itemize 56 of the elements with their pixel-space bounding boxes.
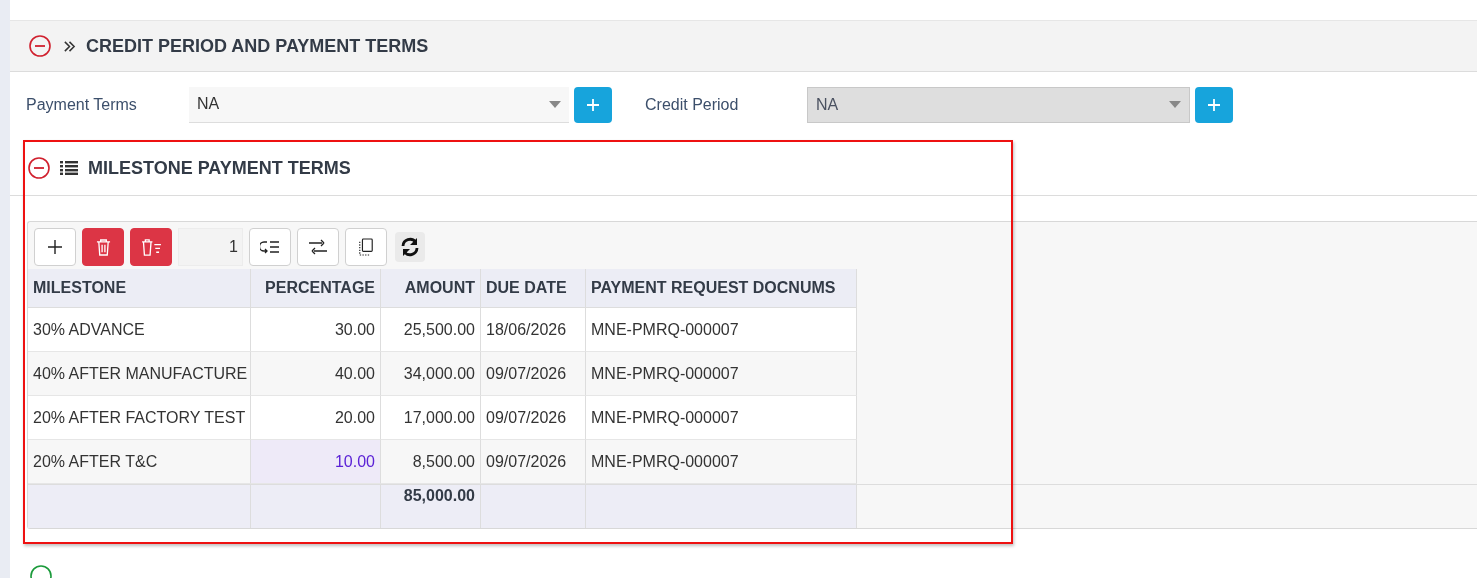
swap-arrows-icon xyxy=(308,239,328,255)
delete-filtered-button[interactable] xyxy=(130,228,172,266)
table-cell: 20% AFTER FACTORY TEST xyxy=(28,396,251,440)
column-header[interactable]: PERCENTAGE xyxy=(251,269,381,308)
table-cell: 10.00 xyxy=(251,440,381,484)
total-amount: 85,000.00 xyxy=(381,484,481,528)
swap-arrows-button[interactable] xyxy=(297,228,339,266)
table-cell: 8,500.00 xyxy=(381,440,481,484)
plus-icon xyxy=(585,96,601,113)
copy-button[interactable] xyxy=(345,228,387,266)
delete-button[interactable] xyxy=(82,228,124,266)
field-label: Payment Terms xyxy=(26,95,138,114)
table-cell: 20% AFTER T&C xyxy=(28,440,251,484)
column-header[interactable]: PAYMENT REQUEST DOCNUMS xyxy=(586,269,857,308)
refresh-button[interactable] xyxy=(395,232,425,262)
double-chevron-icon xyxy=(63,39,76,53)
add-row-button[interactable] xyxy=(34,228,76,266)
section-title: MILESTONE PAYMENT TERMS xyxy=(88,157,351,179)
caret-icon xyxy=(549,100,561,108)
add-button[interactable] xyxy=(574,86,612,123)
wrap-list-button[interactable] xyxy=(249,228,291,266)
table-cell: 40.00 xyxy=(251,352,381,396)
table-cell: 34,000.00 xyxy=(381,352,481,396)
wrap-list-icon xyxy=(260,239,280,255)
caret-icon xyxy=(1169,101,1181,108)
table-cell: 09/07/2026 xyxy=(481,352,586,396)
table-cell: MNE-PMRQ-000007 xyxy=(586,308,857,352)
table-cell: MNE-PMRQ-000007 xyxy=(586,352,857,396)
plus-icon xyxy=(1206,96,1222,113)
table-cell: 18/06/2026 xyxy=(481,308,586,352)
column-header[interactable]: DUE DATE xyxy=(481,269,586,308)
table-cell: 30.00 xyxy=(251,308,381,352)
column-header[interactable]: AMOUNT xyxy=(381,269,481,308)
table-cell: MNE-PMRQ-000007 xyxy=(586,396,857,440)
table-cell: 40% AFTER MANUFACTURE xyxy=(28,352,251,396)
trash-icon xyxy=(95,238,111,256)
table-cell: 30% ADVANCE xyxy=(28,308,251,352)
row-count-field[interactable]: 1 xyxy=(178,228,243,266)
table-cell: 17,000.00 xyxy=(381,396,481,440)
refresh-icon xyxy=(400,237,420,257)
add-button[interactable] xyxy=(1195,86,1233,123)
copy-icon xyxy=(358,238,374,256)
list-icon xyxy=(60,161,78,175)
trash-lines-icon xyxy=(140,238,162,256)
plus-icon xyxy=(47,239,63,255)
collapse-icon[interactable] xyxy=(29,35,51,57)
table-cell: 09/07/2026 xyxy=(481,440,586,484)
dropdown-field[interactable]: NA xyxy=(189,86,569,123)
section-title: CREDIT PERIOD AND PAYMENT TERMS xyxy=(86,35,429,57)
table-cell: MNE-PMRQ-000007 xyxy=(586,440,857,484)
table-cell: 20.00 xyxy=(251,396,381,440)
column-header[interactable]: MILESTONE xyxy=(28,269,251,308)
collapse-icon[interactable] xyxy=(28,157,50,179)
table-cell: 09/07/2026 xyxy=(481,396,586,440)
table-cell: 25,500.00 xyxy=(381,308,481,352)
field-label: Credit Period xyxy=(645,95,740,114)
